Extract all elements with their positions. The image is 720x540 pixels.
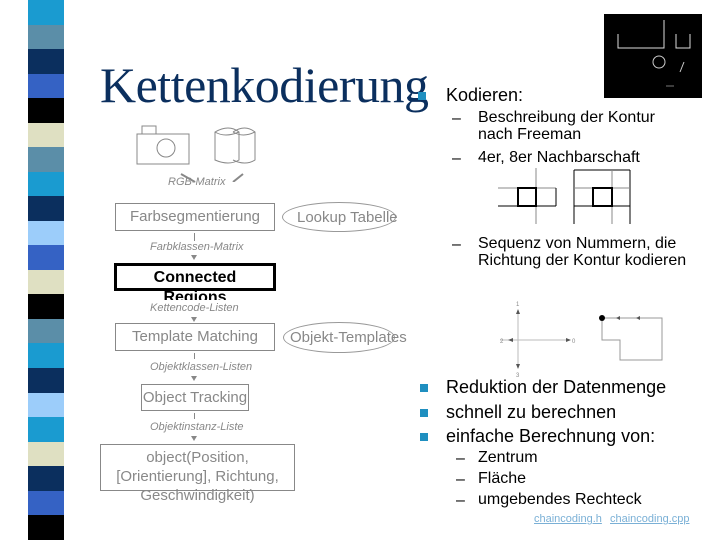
arrow-icon <box>191 376 197 381</box>
sub-zentrum: Zentrum <box>478 449 538 466</box>
stripe-band <box>28 367 64 393</box>
dash-marker: – <box>456 471 465 488</box>
dash-marker: – <box>452 110 461 127</box>
label-kettencode-listen: Kettencode-Listen <box>150 302 239 314</box>
label-farbklassen-matrix: Farbklassen-Matrix <box>150 241 244 253</box>
box-farbsegmentierung[interactable]: Farbsegmentierung <box>115 203 275 231</box>
stripe-band <box>28 49 64 74</box>
stripe-band <box>28 171 64 197</box>
neighborhood-8-diagram <box>573 169 631 224</box>
dash-marker: – <box>456 492 465 509</box>
stripe-band <box>28 318 64 344</box>
connector-line <box>194 233 195 241</box>
lookup-tabelle-label: Lookup Tabelle <box>297 209 398 226</box>
arrow-icon <box>191 255 197 260</box>
stripe-band <box>28 220 64 246</box>
label-objektinstanz-liste: Objektinstanz-Liste <box>150 421 244 433</box>
bullet-kodieren: Kodieren: <box>446 85 524 105</box>
direction-cross-diagram: 1 2 0 3 <box>500 302 576 378</box>
stripe-band <box>28 343 64 368</box>
bullet-square <box>418 92 426 100</box>
decorative-stripe <box>28 0 64 540</box>
bullet-schnell: schnell zu berechnen <box>446 402 617 422</box>
bullet-reduktion: Reduktion der Datenmenge <box>446 377 667 397</box>
direction-label-right: 0 <box>572 339 576 345</box>
slide-title: Kettenkodierung <box>100 57 429 113</box>
connector-line <box>194 353 195 359</box>
database-icon <box>214 127 256 164</box>
link-chaincoding-h[interactable]: chaincoding.h <box>534 513 602 525</box>
stripe-band <box>28 269 64 295</box>
camera-icon <box>136 125 190 165</box>
dash-marker: – <box>452 236 461 253</box>
stripe-band <box>28 24 64 50</box>
stripe-band <box>28 0 64 25</box>
input-icons <box>136 125 256 182</box>
stripe-band <box>28 466 64 491</box>
arrow-icon <box>232 173 244 182</box>
stripe-band <box>28 294 64 319</box>
box-template-matching[interactable]: Template Matching <box>115 323 275 351</box>
box-object-tracking[interactable]: Object Tracking <box>141 384 249 411</box>
bullet-square <box>420 384 428 392</box>
sub-sequenz: Sequenz von Nummern, die Richtung der Ko… <box>478 235 687 269</box>
neighborhood-diagrams <box>498 168 631 224</box>
sub-flaeche: Fläche <box>478 470 527 487</box>
objekt-templates-label: Objekt-Templates <box>290 329 407 346</box>
label-rgb-matrix: RGB-Matrix <box>168 176 226 188</box>
stripe-band <box>28 441 64 467</box>
dash-marker: – <box>456 450 465 467</box>
stripe-band <box>28 515 64 540</box>
bullet-berechnung: einfache Berechnung von: <box>446 426 656 446</box>
chaincode-diagrams: 1 2 0 3 <box>500 302 663 378</box>
contour-image-thumbnail <box>604 14 702 98</box>
chain-example-diagram <box>599 315 663 361</box>
stripe-band <box>28 392 64 418</box>
connected-regions-label: Connected Regions <box>153 269 237 300</box>
connector-line <box>194 413 195 419</box>
stripe-band <box>28 147 64 172</box>
link-chaincoding-cpp[interactable]: chaincoding.cpp <box>610 513 690 525</box>
bullet-square <box>420 433 428 441</box>
contour-sketch-icon <box>617 20 691 87</box>
sub-freeman: Beschreibung der Kontur nach Freeman <box>478 109 655 143</box>
sub-rechteck: umgebendes Rechteck <box>478 491 642 508</box>
stripe-band <box>28 245 64 270</box>
stripe-band <box>28 490 64 516</box>
dash-marker: – <box>452 150 461 167</box>
stripe-band <box>28 196 64 221</box>
box-farbsegmentierung-label: Farbsegmentierung <box>129 208 261 225</box>
box-template-matching-label: Template Matching <box>132 328 258 345</box>
neighborhood-4-diagram <box>498 168 557 224</box>
direction-label-up: 1 <box>516 302 520 308</box>
box-object-tracking-label: Object Tracking <box>142 389 248 406</box>
stripe-band <box>28 122 64 148</box>
stripe-band <box>28 417 64 442</box>
stripe-band <box>28 98 64 123</box>
label-objektklassen-listen: Objektklassen-Listen <box>150 361 253 373</box>
arrow-icon <box>191 436 197 441</box>
object-output-label: object(Position, [Orientierung], Richtun… <box>116 449 279 504</box>
bullet-square <box>420 409 428 417</box>
sub-nachbarschaft: 4er, 8er Nachbarschaft <box>478 149 640 166</box>
stripe-band <box>28 73 64 99</box>
arrow-icon <box>191 317 197 322</box>
